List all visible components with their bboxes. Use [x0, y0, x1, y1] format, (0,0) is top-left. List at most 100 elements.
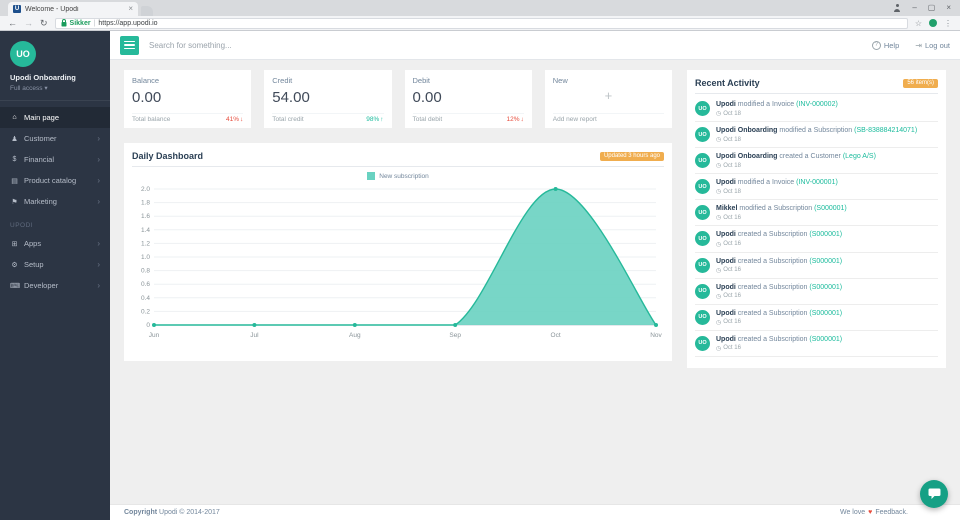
- svg-text:1.2: 1.2: [141, 240, 150, 247]
- activity-actor: Upodi: [716, 179, 736, 187]
- address-bar[interactable]: Sikker | https://app.upodi.io: [54, 17, 908, 29]
- refresh-button[interactable]: ↻: [40, 18, 48, 28]
- menu-toggle-button[interactable]: [120, 35, 139, 55]
- profile-icon[interactable]: [893, 4, 901, 12]
- chevron-right-icon: ›: [97, 133, 100, 143]
- chevron-right-icon: ›: [97, 280, 100, 290]
- activity-date: ◷ Oct 16: [716, 293, 741, 300]
- tab-close-icon[interactable]: ×: [128, 5, 133, 13]
- svg-text:Jun: Jun: [149, 332, 160, 339]
- activity-text: modified a Invoice: [737, 101, 795, 108]
- activity-actor: Upodi: [716, 257, 736, 265]
- activity-text: created a Subscription: [737, 309, 808, 317]
- main-content: Balance 0.00 Total balance 41% ↓ Credit 5…: [110, 60, 960, 504]
- copyright-text: Copyright Upodi © 2014-2017: [124, 509, 220, 516]
- sidebar-item-marketing[interactable]: ⚑ Marketing ›: [0, 191, 110, 212]
- extension-icon[interactable]: [929, 19, 937, 27]
- activity-link[interactable]: (S000001): [809, 336, 842, 343]
- back-button[interactable]: ←: [8, 18, 17, 28]
- clock-icon: ◷: [716, 111, 722, 118]
- activity-item[interactable]: UO Upodi Onboarding modified a Subscript…: [695, 122, 938, 149]
- svg-text:0.4: 0.4: [141, 295, 150, 302]
- browser-menu-icon[interactable]: ⋮: [944, 19, 952, 28]
- activity-item[interactable]: UO Upodi Onboarding created a Customer (…: [695, 148, 938, 175]
- activity-link[interactable]: (S000001): [814, 205, 847, 212]
- avatar: UO: [695, 101, 710, 116]
- search-input[interactable]: [149, 40, 862, 50]
- stat-title: Balance: [132, 76, 160, 85]
- activity-item[interactable]: UO Upodi created a Subscription (S000001…: [695, 331, 938, 357]
- sidebar-item-label: Customer: [24, 134, 57, 143]
- sidebar-item-financial[interactable]: $ Financial ›: [0, 149, 110, 170]
- activity-date: ◷ Oct 18: [716, 188, 741, 196]
- activity-item[interactable]: UO Upodi created a Subscription (S000001…: [695, 305, 938, 331]
- svg-text:1.0: 1.0: [141, 254, 150, 261]
- flag-icon: ⚑: [11, 198, 18, 206]
- activity-item[interactable]: UO Upodi created a Subscription (S000001…: [695, 226, 938, 253]
- catalog-icon: ▤: [11, 177, 18, 185]
- sidebar-item-developer[interactable]: ⌨ Developer ›: [0, 275, 110, 296]
- sidebar-user-block: UO Upodi Onboarding Full access ▾: [0, 31, 110, 101]
- svg-text:1.8: 1.8: [141, 200, 150, 207]
- activity-item[interactable]: UO Upodi created a Subscription (S000001…: [695, 279, 938, 305]
- activity-item[interactable]: UO Upodi modified a Invoice (INV-000001)…: [695, 174, 938, 201]
- stat-card-new-report[interactable]: New + Add new report: [544, 70, 672, 128]
- close-button[interactable]: ×: [946, 4, 951, 12]
- activity-date: ◷ Oct 18: [716, 162, 741, 170]
- secure-lock-icon[interactable]: [61, 19, 67, 27]
- activity-link[interactable]: (INV-000002): [796, 101, 838, 108]
- activity-link[interactable]: (S000001): [809, 284, 842, 291]
- bookmark-star-icon[interactable]: ☆: [915, 19, 922, 28]
- sidebar-item-label: Apps: [24, 239, 42, 248]
- sidebar-item-setup[interactable]: ⚙ Setup ›: [0, 254, 110, 275]
- activity-actor: Upodi: [716, 231, 736, 239]
- daily-dashboard-panel: Daily Dashboard Updated 3 hours ago New …: [124, 143, 672, 361]
- new-tab-button[interactable]: [141, 6, 153, 16]
- activity-link[interactable]: (S000001): [809, 231, 842, 238]
- activity-actor: Upodi: [716, 309, 736, 317]
- subscription-area-chart: 0 0.2 0.4 0.6 0.8 1.0 1.2 1.4 1.6 1.8 2.0 Jun Jul Aug…: [141, 186, 663, 339]
- avatar: UO: [695, 231, 710, 247]
- caret-down-icon: ▾: [44, 85, 48, 92]
- activity-date: ◷ Oct 16: [716, 267, 741, 274]
- plus-icon[interactable]: +: [553, 88, 664, 103]
- help-icon: ?: [871, 40, 881, 50]
- chevron-right-icon: ›: [97, 238, 100, 248]
- activity-link[interactable]: (Lego A/S): [843, 153, 876, 160]
- activity-item[interactable]: UO Upodi modified a Invoice (INV-000002)…: [695, 96, 938, 123]
- maximize-button[interactable]: ▢: [928, 4, 936, 12]
- sidebar-item-main-page[interactable]: ⌂ Main page: [0, 107, 110, 128]
- user-role-dropdown[interactable]: Full access ▾: [10, 84, 100, 92]
- svg-text:0.8: 0.8: [141, 268, 150, 275]
- sidebar-section-label: UPODI: [10, 222, 34, 229]
- gear-icon: ⚙: [11, 261, 18, 269]
- keyboard-icon: ⌨: [10, 282, 21, 290]
- footer: Copyright Upodi © 2014-2017 We love ♥ Fe…: [110, 504, 960, 520]
- clock-icon: ◷: [716, 267, 722, 274]
- avatar: UO: [10, 41, 36, 67]
- activity-item[interactable]: UO Upodi created a Subscription (S000001…: [695, 253, 938, 279]
- stat-subtitle: Total credit: [272, 116, 304, 123]
- sidebar-item-apps[interactable]: ⊞ Apps ›: [0, 233, 110, 254]
- chat-button[interactable]: [920, 480, 948, 508]
- sidebar-item-label: Main page: [24, 113, 60, 122]
- browser-tab[interactable]: U Welcome - Upodi ×: [8, 2, 138, 16]
- sidebar-item-product-catalog[interactable]: ▤ Product catalog ›: [0, 170, 110, 191]
- activity-link[interactable]: (S000001): [809, 310, 842, 317]
- activity-item[interactable]: UO Mikkel modified a Subscription (S0000…: [695, 200, 938, 227]
- stat-card-balance: Balance 0.00 Total balance 41% ↓: [124, 70, 252, 128]
- activity-link[interactable]: (S000001): [809, 258, 842, 265]
- sidebar-item-customer[interactable]: ♟ Customer ›: [0, 128, 110, 149]
- help-button[interactable]: ? Help: [871, 40, 899, 50]
- activity-link[interactable]: (SB-838884214071): [854, 127, 917, 134]
- svg-text:Oct: Oct: [551, 332, 561, 339]
- sidebar-nav: ⌂ Main page ♟ Customer › $ Financial › ▤…: [0, 107, 110, 296]
- logout-button[interactable]: ⇥ Log out: [915, 41, 950, 50]
- svg-text:0.6: 0.6: [141, 281, 150, 288]
- svg-text:0: 0: [146, 322, 150, 329]
- forward-button[interactable]: →: [24, 18, 33, 28]
- activity-link[interactable]: (INV-000001): [796, 179, 838, 186]
- svg-text:0.2: 0.2: [141, 308, 150, 315]
- stat-subtitle: Add new report: [552, 116, 597, 123]
- minimize-button[interactable]: –: [912, 4, 916, 12]
